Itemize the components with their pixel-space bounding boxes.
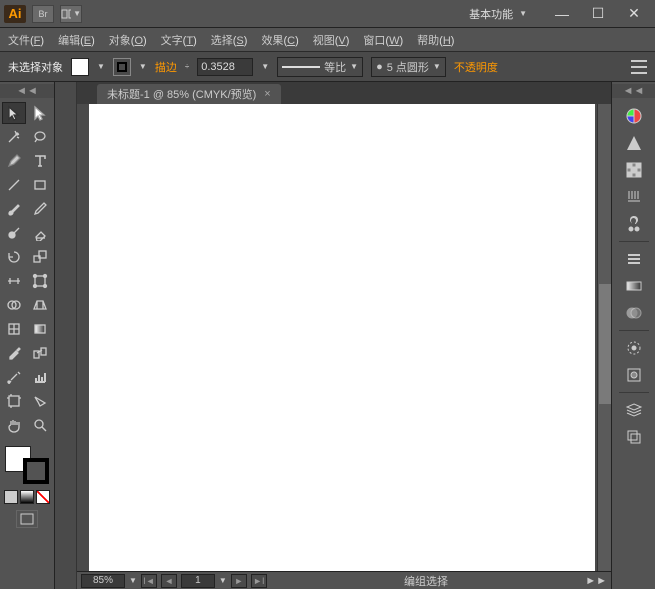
scrollbar-thumb[interactable] xyxy=(599,284,611,404)
next-artboard-button[interactable]: ► xyxy=(231,574,247,588)
artboard[interactable] xyxy=(89,104,595,571)
vertical-scrollbar[interactable] xyxy=(597,104,611,571)
screen-mode-button[interactable] xyxy=(16,510,38,528)
tool-scale[interactable] xyxy=(28,246,52,268)
stroke-swatch[interactable] xyxy=(113,58,131,76)
tool-graph[interactable] xyxy=(28,366,52,388)
panel-stroke-icon[interactable] xyxy=(619,246,649,272)
menu-select[interactable]: 选择(S) xyxy=(211,32,248,48)
left-gutter xyxy=(55,82,77,589)
menu-effect[interactable]: 效果(C) xyxy=(261,32,298,48)
close-tab-icon[interactable]: × xyxy=(264,88,270,100)
menu-edit[interactable]: 编辑(E) xyxy=(58,32,95,48)
tool-symbol-sprayer[interactable] xyxy=(2,366,26,388)
tool-shape-builder[interactable] xyxy=(2,294,26,316)
tool-direct-selection[interactable] xyxy=(28,102,52,124)
color-mode-row xyxy=(4,490,50,504)
tool-eyedropper[interactable] xyxy=(2,342,26,364)
document-tab-label: 未标题-1 @ 85% (CMYK/预览) xyxy=(107,86,256,102)
artboard-number-input[interactable]: 1 xyxy=(181,574,215,588)
tool-artboard[interactable] xyxy=(2,390,26,412)
minimize-button[interactable]: — xyxy=(545,4,579,24)
panel-transparency-icon[interactable] xyxy=(619,300,649,326)
menu-bar: 文件(F) 编辑(E) 对象(O) 文字(T) 选择(S) 效果(C) 视图(V… xyxy=(0,28,655,52)
brush-dropdown[interactable]: ●5 点圆形▼ xyxy=(371,57,446,77)
canvas-area xyxy=(77,104,611,571)
document-tab[interactable]: 未标题-1 @ 85% (CMYK/预览) × xyxy=(97,84,281,104)
stroke-weight-input[interactable]: 0.3528 xyxy=(197,58,253,76)
tool-mesh[interactable] xyxy=(2,318,26,340)
panel-swatches-icon[interactable] xyxy=(619,157,649,183)
menu-file[interactable]: 文件(F) xyxy=(8,32,44,48)
tool-width[interactable] xyxy=(2,270,26,292)
panel-artboards-icon[interactable] xyxy=(619,424,649,450)
panel-gradient-panel-icon[interactable] xyxy=(619,273,649,299)
chevron-down-icon: ▼ xyxy=(519,9,527,18)
tool-selection[interactable] xyxy=(2,102,26,124)
tool-pen[interactable] xyxy=(2,150,26,172)
tool-hand[interactable] xyxy=(2,414,26,436)
title-bar: Ai Br ▼ 基本功能 ▼ — ☐ ✕ xyxy=(0,0,655,28)
document-tab-row: 未标题-1 @ 85% (CMYK/预览) × xyxy=(77,82,611,104)
panel-menu-icon[interactable] xyxy=(631,60,647,74)
prev-artboard-button[interactable]: ◄ xyxy=(161,574,177,588)
tool-paintbrush[interactable] xyxy=(2,198,26,220)
tools-panel: ◄◄ xyxy=(0,82,55,589)
control-bar: 未选择对象 ▼ ▼ 描边 ÷ 0.3528 ▼ 等比▼ ●5 点圆形▼ 不透明度 xyxy=(0,52,655,82)
tool-blend[interactable] xyxy=(28,342,52,364)
tool-magic-wand[interactable] xyxy=(2,126,26,148)
tool-lasso[interactable] xyxy=(28,126,52,148)
menu-window[interactable]: 窗口(W) xyxy=(363,32,403,48)
status-menu-icon[interactable]: ►► xyxy=(585,575,607,587)
menu-view[interactable]: 视图(V) xyxy=(313,32,350,48)
tool-perspective[interactable] xyxy=(28,294,52,316)
expand-panels-icon[interactable]: ◄◄ xyxy=(612,84,655,98)
panel-graphic-styles-icon[interactable] xyxy=(619,362,649,388)
close-button[interactable]: ✕ xyxy=(617,4,651,24)
tool-rotate[interactable] xyxy=(2,246,26,268)
right-panel-dock: ◄◄ xyxy=(611,82,655,589)
workspace-switcher[interactable]: 基本功能 xyxy=(469,6,513,22)
tool-blob-brush[interactable] xyxy=(2,222,26,244)
menu-type[interactable]: 文字(T) xyxy=(161,32,197,48)
arrange-icon[interactable]: ▼ xyxy=(60,5,82,23)
tool-eraser[interactable] xyxy=(28,222,52,244)
tool-slice[interactable] xyxy=(28,390,52,412)
status-tool-label: 编组选择 xyxy=(404,573,448,589)
fill-swatch[interactable] xyxy=(71,58,89,76)
profile-dropdown[interactable]: 等比▼ xyxy=(277,57,363,77)
last-artboard-button[interactable]: ►I xyxy=(251,574,267,588)
panel-symbols-icon[interactable] xyxy=(619,211,649,237)
zoom-input[interactable]: 85% xyxy=(81,574,125,588)
menu-object[interactable]: 对象(O) xyxy=(109,32,147,48)
opacity-label[interactable]: 不透明度 xyxy=(454,59,498,75)
panel-brushes-icon[interactable] xyxy=(619,184,649,210)
color-mode-gradient[interactable] xyxy=(20,490,34,504)
stroke-color[interactable] xyxy=(23,458,49,484)
bridge-icon[interactable]: Br xyxy=(32,5,54,23)
maximize-button[interactable]: ☐ xyxy=(581,4,615,24)
tool-rectangle[interactable] xyxy=(28,174,52,196)
selection-status: 未选择对象 xyxy=(8,59,63,75)
panel-color-icon[interactable] xyxy=(619,103,649,129)
color-mode-none[interactable] xyxy=(36,490,50,504)
tool-line[interactable] xyxy=(2,174,26,196)
tool-zoom[interactable] xyxy=(28,414,52,436)
app-icon: Ai xyxy=(4,5,26,23)
tool-type[interactable] xyxy=(28,150,52,172)
tool-gradient[interactable] xyxy=(28,318,52,340)
menu-help[interactable]: 帮助(H) xyxy=(417,32,454,48)
fill-stroke-control[interactable] xyxy=(5,446,49,484)
status-bar: 85%▼ I◄ ◄ 1▼ ► ►I 编组选择 ►► xyxy=(77,571,611,589)
tool-pencil[interactable] xyxy=(28,198,52,220)
tool-free-transform[interactable] xyxy=(28,270,52,292)
panel-layers-icon[interactable] xyxy=(619,397,649,423)
color-mode-normal[interactable] xyxy=(4,490,18,504)
stroke-label[interactable]: 描边 xyxy=(155,59,177,75)
collapse-tools-icon[interactable]: ◄◄ xyxy=(0,84,54,98)
panel-appearance-icon[interactable] xyxy=(619,335,649,361)
first-artboard-button[interactable]: I◄ xyxy=(141,574,157,588)
panel-color-guide-icon[interactable] xyxy=(619,130,649,156)
